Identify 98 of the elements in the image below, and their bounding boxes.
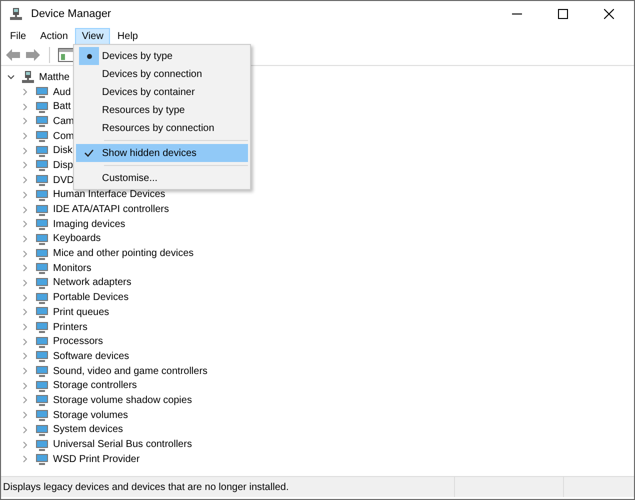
device-icon: [35, 422, 49, 437]
expand-chevron-icon[interactable]: [21, 117, 29, 126]
tree-item[interactable]: Sound, video and game controllers: [53, 366, 208, 377]
device-icon: [35, 129, 49, 144]
device-icon: [35, 261, 49, 276]
menu-option[interactable]: Resources by connection: [76, 119, 248, 137]
expand-chevron-icon[interactable]: [21, 367, 29, 376]
expand-chevron-icon[interactable]: [21, 132, 29, 140]
tree-item[interactable]: System devices: [53, 424, 124, 436]
tree-item[interactable]: Processors: [53, 336, 104, 348]
tree-item[interactable]: IDE ATA/ATAPI controllers: [53, 204, 169, 216]
collapse-chevron-icon[interactable]: [7, 73, 15, 82]
expand-chevron-icon[interactable]: [21, 411, 29, 420]
expand-chevron-icon[interactable]: [21, 250, 29, 258]
expand-chevron-icon[interactable]: [21, 455, 29, 464]
device-icon: [35, 246, 49, 261]
menu-option[interactable]: Resources by type: [76, 101, 248, 119]
expand-chevron-icon[interactable]: [21, 396, 29, 404]
tree-item[interactable]: Storage volumes: [53, 410, 128, 421]
menu-item[interactable]: View: [74, 28, 110, 44]
tree-item[interactable]: Keyboards: [53, 233, 101, 244]
tree-item[interactable]: Disk: [53, 145, 72, 156]
tree-item[interactable]: Batt: [53, 101, 71, 112]
device-icon: [35, 290, 49, 305]
tree-item[interactable]: Human Interface Devices: [53, 189, 166, 200]
menu-option[interactable]: Show hidden devices: [76, 144, 248, 162]
expand-chevron-icon[interactable]: [21, 426, 29, 434]
device-icon: [35, 158, 49, 172]
expand-chevron-icon[interactable]: [21, 220, 29, 228]
device-icon: [35, 408, 49, 422]
menu-item[interactable]: File: [3, 28, 34, 44]
tree-item[interactable]: Storage controllers: [53, 380, 137, 392]
tree-item[interactable]: Print queues: [53, 306, 110, 318]
properties-icon[interactable]: [58, 48, 74, 62]
computer-icon: [21, 70, 35, 84]
expand-chevron-icon[interactable]: [21, 308, 29, 316]
menu-item[interactable]: Action: [33, 28, 75, 44]
device-icon: [35, 188, 49, 202]
tree-item[interactable]: Matthe: [39, 72, 70, 83]
expand-chevron-icon[interactable]: [21, 88, 29, 96]
forward-arrow-icon[interactable]: [25, 48, 41, 62]
device-icon: [35, 173, 49, 188]
device-icon: [35, 202, 49, 217]
expand-chevron-icon[interactable]: [21, 382, 29, 390]
expand-chevron-icon[interactable]: [21, 294, 29, 302]
device-icon: [35, 144, 49, 158]
tree-item[interactable]: Universal Serial Bus controllers: [53, 439, 192, 450]
expand-chevron-icon[interactable]: [21, 264, 29, 272]
expand-chevron-icon[interactable]: [21, 206, 29, 214]
expand-chevron-icon[interactable]: [21, 338, 29, 346]
expand-chevron-icon[interactable]: [21, 323, 29, 332]
expand-chevron-icon[interactable]: [21, 161, 29, 170]
device-icon: [35, 364, 49, 378]
close-icon[interactable]: [604, 9, 614, 19]
tree-item[interactable]: Software devices: [53, 350, 130, 362]
device-icon: [35, 114, 49, 128]
computer-icon: [9, 7, 23, 21]
tree-item[interactable]: WSD Print Provider: [53, 454, 140, 465]
device-icon: [35, 232, 49, 246]
expand-chevron-icon[interactable]: [21, 278, 29, 287]
device-icon: [35, 452, 49, 466]
expand-chevron-icon[interactable]: [21, 102, 29, 111]
expand-chevron-icon[interactable]: [21, 176, 29, 184]
expand-chevron-icon[interactable]: [21, 190, 29, 199]
device-icon: [35, 334, 49, 349]
expand-chevron-icon[interactable]: [21, 440, 29, 449]
device-icon: [35, 393, 49, 408]
tree-item[interactable]: DVD: [53, 174, 74, 186]
maximize-icon[interactable]: [558, 9, 568, 19]
device-icon: [35, 217, 49, 232]
back-arrow-icon[interactable]: [5, 48, 21, 62]
device-icon: [35, 85, 49, 100]
menu-option[interactable]: Devices by container: [76, 83, 248, 101]
expand-chevron-icon[interactable]: [21, 352, 29, 360]
tree-item[interactable]: Network adapters: [53, 277, 132, 288]
device-icon: [35, 320, 49, 334]
status-text: Displays legacy devices and devices that are no longer installed.: [2, 482, 290, 492]
tree-item[interactable]: Printers: [53, 322, 88, 333]
tree-item[interactable]: Mice and other pointing devices: [53, 248, 194, 260]
tree-item[interactable]: Aud: [53, 86, 71, 98]
tree-item[interactable]: Storage volume shadow copies: [53, 394, 192, 406]
expand-chevron-icon[interactable]: [21, 234, 29, 243]
device-icon: [35, 378, 49, 393]
menu-item[interactable]: Help: [110, 28, 145, 44]
menu-option[interactable]: Customise...: [76, 169, 248, 187]
window-title: Device Manager: [31, 8, 112, 20]
expand-chevron-icon[interactable]: [21, 146, 29, 155]
device-icon: [35, 276, 49, 290]
device-icon: [35, 438, 49, 452]
tree-item[interactable]: Imaging devices: [53, 218, 126, 230]
device-icon: [35, 100, 49, 114]
menu-option[interactable]: Devices by type: [76, 47, 248, 65]
menu-option[interactable]: Devices by connection: [76, 65, 248, 83]
device-icon: [35, 349, 49, 364]
tree-item[interactable]: Monitors: [53, 262, 92, 274]
tree-item[interactable]: Disp: [53, 160, 74, 171]
tree-item[interactable]: Portable Devices: [53, 292, 129, 304]
device-icon: [35, 305, 49, 320]
